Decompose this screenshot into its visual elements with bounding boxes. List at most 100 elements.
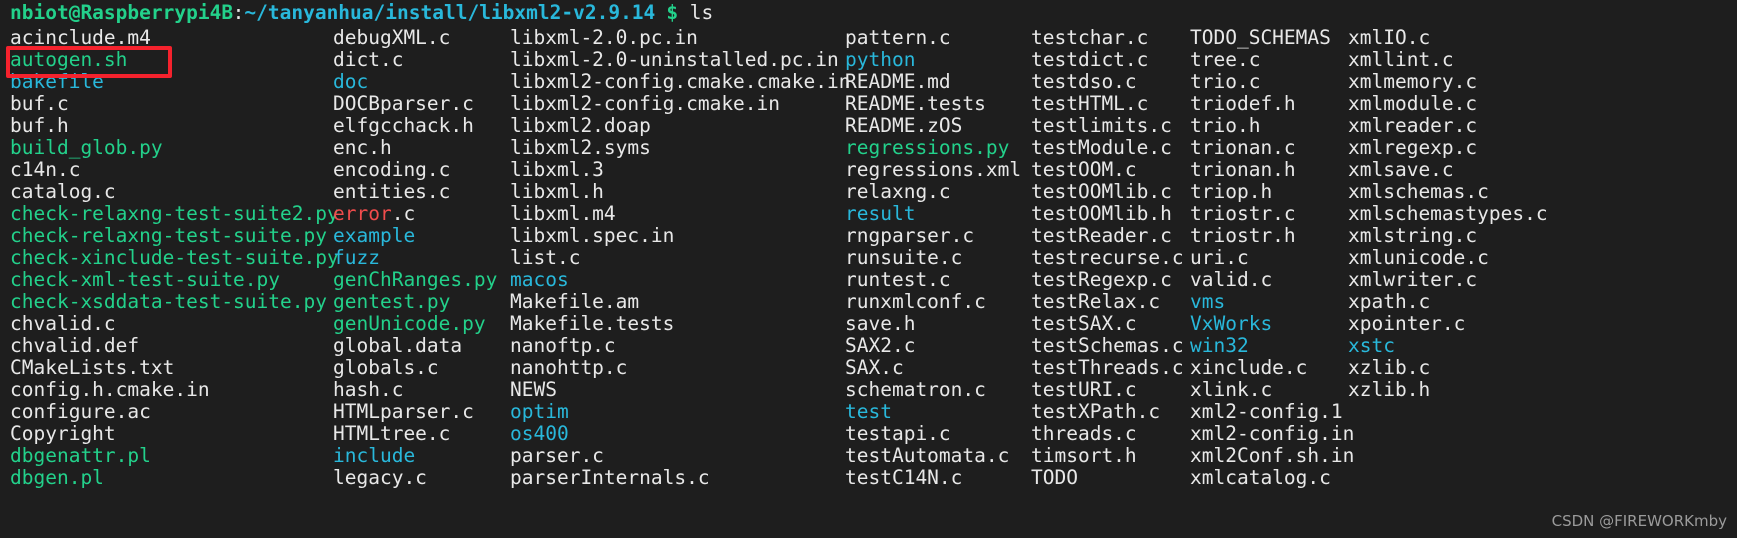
file-entry[interactable]: bakefile bbox=[10, 71, 104, 93]
file-entry[interactable]: check-relaxng-test-suite.py bbox=[10, 225, 327, 247]
file-entry[interactable]: regressions.py bbox=[845, 137, 1009, 159]
file-entry[interactable]: threads.c bbox=[1031, 423, 1137, 445]
file-entry[interactable]: runsuite.c bbox=[845, 247, 962, 269]
file-entry[interactable]: runxmlconf.c bbox=[845, 291, 986, 313]
file-entry[interactable]: xmlunicode.c bbox=[1348, 247, 1489, 269]
file-entry[interactable]: elfgcchack.h bbox=[333, 115, 474, 137]
file-entry[interactable]: libxml2-config.cmake.in bbox=[510, 93, 780, 115]
file-entry[interactable]: libxml2.doap bbox=[510, 115, 651, 137]
file-entry[interactable]: xml2Conf.sh.in bbox=[1190, 445, 1354, 467]
file-entry[interactable]: xmlIO.c bbox=[1348, 27, 1430, 49]
terminal-window[interactable]: nbiot@Raspberrypi4B : ~/tanyanhua/instal… bbox=[0, 0, 1737, 538]
file-entry[interactable]: DOCBparser.c bbox=[333, 93, 474, 115]
file-entry[interactable]: testlimits.c bbox=[1031, 115, 1172, 137]
file-entry[interactable]: libxml2.syms bbox=[510, 137, 651, 159]
file-entry[interactable]: regressions.xml bbox=[845, 159, 1021, 181]
file-entry[interactable]: include bbox=[333, 445, 415, 467]
file-entry[interactable]: SAX2.c bbox=[845, 335, 915, 357]
file-entry[interactable]: testRelax.c bbox=[1031, 291, 1160, 313]
file-entry[interactable]: check-relaxng-test-suite2.py bbox=[10, 203, 339, 225]
file-entry[interactable]: timsort.h bbox=[1031, 445, 1137, 467]
file-entry[interactable]: xmllint.c bbox=[1348, 49, 1454, 71]
file-entry[interactable]: xzlib.h bbox=[1348, 379, 1430, 401]
file-entry[interactable]: error.c bbox=[333, 203, 415, 225]
file-entry[interactable]: trionan.h bbox=[1190, 159, 1296, 181]
file-entry[interactable]: HTMLparser.c bbox=[333, 401, 474, 423]
file-entry[interactable]: testReader.c bbox=[1031, 225, 1172, 247]
file-entry[interactable]: testapi.c bbox=[845, 423, 951, 445]
file-entry[interactable]: testModule.c bbox=[1031, 137, 1172, 159]
file-entry[interactable]: os400 bbox=[510, 423, 569, 445]
file-entry[interactable]: xmlstring.c bbox=[1348, 225, 1477, 247]
file-entry[interactable]: xmlmodule.c bbox=[1348, 93, 1477, 115]
file-entry[interactable]: parserInternals.c bbox=[510, 467, 710, 489]
file-entry[interactable]: HTMLtree.c bbox=[333, 423, 450, 445]
file-entry[interactable]: TODO_SCHEMAS bbox=[1190, 27, 1331, 49]
file-entry[interactable]: list.c bbox=[510, 247, 580, 269]
file-entry[interactable]: uri.c bbox=[1190, 247, 1249, 269]
file-entry[interactable]: enc.h bbox=[333, 137, 392, 159]
file-entry[interactable]: check-xml-test-suite.py bbox=[10, 269, 280, 291]
file-entry[interactable]: xmlschemas.c bbox=[1348, 181, 1489, 203]
file-entry[interactable]: example bbox=[333, 225, 415, 247]
file-entry[interactable]: README.md bbox=[845, 71, 951, 93]
file-entry[interactable]: xmlregexp.c bbox=[1348, 137, 1477, 159]
command-input-ls[interactable]: ls bbox=[690, 2, 713, 24]
file-entry[interactable]: configure.ac bbox=[10, 401, 151, 423]
file-entry[interactable]: genUnicode.py bbox=[333, 313, 486, 335]
file-entry[interactable]: trio.c bbox=[1190, 71, 1260, 93]
file-entry[interactable]: testchar.c bbox=[1031, 27, 1148, 49]
file-entry[interactable]: chvalid.def bbox=[10, 335, 139, 357]
file-entry[interactable]: result bbox=[845, 203, 915, 225]
file-entry[interactable]: legacy.c bbox=[333, 467, 427, 489]
file-entry[interactable]: buf.c bbox=[10, 93, 69, 115]
file-entry[interactable]: triostr.c bbox=[1190, 203, 1296, 225]
file-entry[interactable]: chvalid.c bbox=[10, 313, 116, 335]
file-entry[interactable]: hash.c bbox=[333, 379, 403, 401]
file-entry[interactable]: tree.c bbox=[1190, 49, 1260, 71]
file-entry[interactable]: autogen.sh bbox=[10, 49, 127, 71]
file-entry[interactable]: xmlreader.c bbox=[1348, 115, 1477, 137]
file-entry[interactable]: xlink.c bbox=[1190, 379, 1272, 401]
file-entry[interactable]: libxml.3 bbox=[510, 159, 604, 181]
file-entry[interactable]: xml2-config.1 bbox=[1190, 401, 1343, 423]
file-entry[interactable]: xstc bbox=[1348, 335, 1395, 357]
file-entry[interactable]: README.zOS bbox=[845, 115, 962, 137]
file-entry[interactable]: README.tests bbox=[845, 93, 986, 115]
file-entry[interactable]: TODO bbox=[1031, 467, 1078, 489]
file-entry[interactable]: testdso.c bbox=[1031, 71, 1137, 93]
file-entry[interactable]: xml2-config.in bbox=[1190, 423, 1354, 445]
file-entry[interactable]: build_glob.py bbox=[10, 137, 163, 159]
file-entry[interactable]: debugXML.c bbox=[333, 27, 450, 49]
file-entry[interactable]: testRegexp.c bbox=[1031, 269, 1172, 291]
file-entry[interactable]: python bbox=[845, 49, 915, 71]
file-entry[interactable]: check-xsddata-test-suite.py bbox=[10, 291, 327, 313]
file-entry[interactable]: dbgenattr.pl bbox=[10, 445, 151, 467]
file-entry[interactable]: xzlib.c bbox=[1348, 357, 1430, 379]
file-entry[interactable]: VxWorks bbox=[1190, 313, 1272, 335]
file-entry[interactable]: test bbox=[845, 401, 892, 423]
file-entry[interactable]: testdict.c bbox=[1031, 49, 1148, 71]
file-entry[interactable]: vms bbox=[1190, 291, 1225, 313]
file-entry[interactable]: libxml-2.0.pc.in bbox=[510, 27, 698, 49]
file-entry[interactable]: testURI.c bbox=[1031, 379, 1137, 401]
file-entry[interactable]: libxml.m4 bbox=[510, 203, 616, 225]
file-entry[interactable]: testSAX.c bbox=[1031, 313, 1137, 335]
file-entry[interactable]: dbgen.pl bbox=[10, 467, 104, 489]
file-entry[interactable]: testOOMlib.c bbox=[1031, 181, 1172, 203]
file-entry[interactable]: SAX.c bbox=[845, 357, 904, 379]
file-entry[interactable]: testThreads.c bbox=[1031, 357, 1184, 379]
file-entry[interactable]: globals.c bbox=[333, 357, 439, 379]
file-entry[interactable]: fuzz bbox=[333, 247, 380, 269]
file-entry[interactable]: doc bbox=[333, 71, 368, 93]
file-entry[interactable]: trio.h bbox=[1190, 115, 1260, 137]
file-entry[interactable]: testC14N.c bbox=[845, 467, 962, 489]
file-entry[interactable]: Makefile.tests bbox=[510, 313, 674, 335]
file-entry[interactable]: xpath.c bbox=[1348, 291, 1430, 313]
file-entry[interactable]: testOOMlib.h bbox=[1031, 203, 1172, 225]
file-entry[interactable]: xmlmemory.c bbox=[1348, 71, 1477, 93]
file-entry[interactable]: genChRanges.py bbox=[333, 269, 497, 291]
file-entry[interactable]: win32 bbox=[1190, 335, 1249, 357]
file-entry[interactable]: libxml-2.0-uninstalled.pc.in bbox=[510, 49, 839, 71]
file-entry[interactable]: Copyright bbox=[10, 423, 116, 445]
